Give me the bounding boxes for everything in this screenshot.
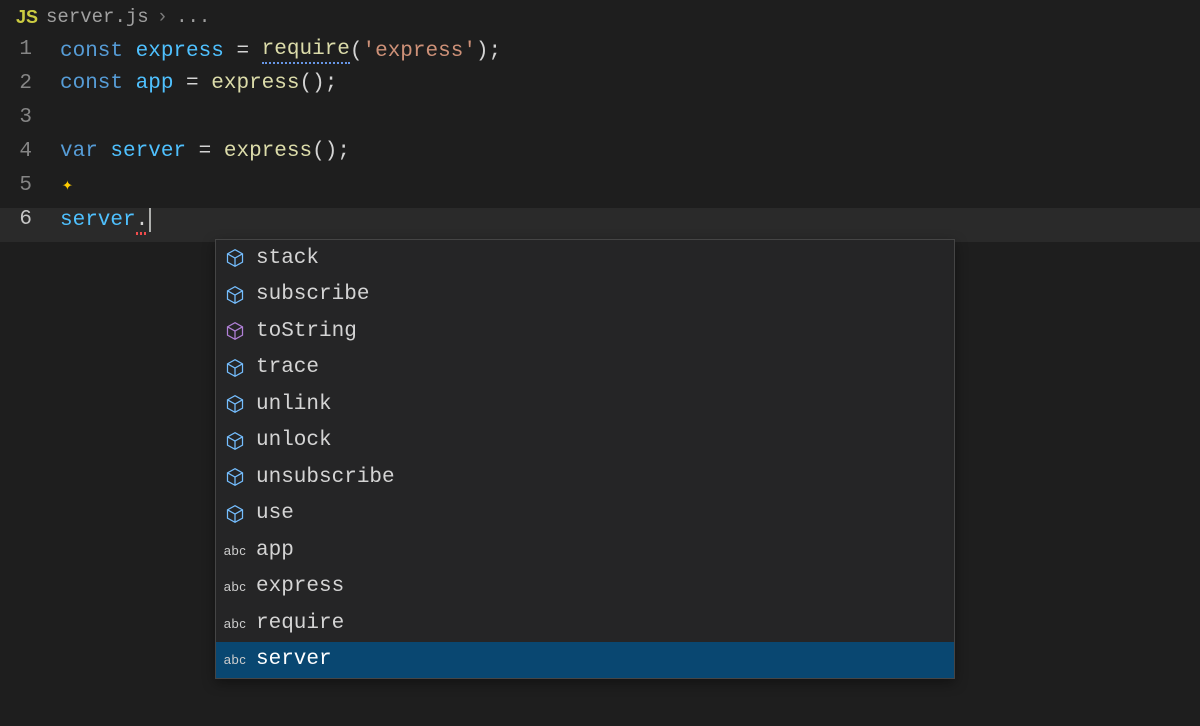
method-icon [224,357,246,379]
breadcrumb-ellipsis[interactable]: ... [176,6,210,28]
suggestion-label: server [256,648,332,671]
suggestion-item[interactable]: unsubscribe [216,459,954,496]
chevron-right-icon: › [157,6,168,28]
suggestion-item[interactable]: unlink [216,386,954,423]
line-number: 1 [0,38,60,61]
line-content[interactable]: server. [60,208,151,232]
line-number: 6 [0,208,60,231]
suggestion-item[interactable]: abc express [216,569,954,606]
text-cursor [149,208,151,232]
method-icon [224,393,246,415]
line-number: 3 [0,106,60,129]
suggestion-item[interactable]: stack [216,240,954,277]
text-icon: abc [224,612,246,634]
sparkle-icon[interactable]: ✦ [62,174,73,196]
breadcrumb-filename[interactable]: server.js [46,6,149,28]
suggestion-item[interactable]: abcapp [216,532,954,569]
line-number: 2 [0,72,60,95]
suggestion-item[interactable]: abc server [216,642,954,679]
method-icon [224,284,246,306]
text-icon: abc [224,649,246,671]
method-icon [224,503,246,525]
suggestion-label: unlock [256,429,332,452]
line-content[interactable]: ✦ [60,174,73,196]
code-line[interactable]: 4 var server = express(); [0,140,1200,174]
suggestion-label: stack [256,247,319,270]
suggestion-item[interactable]: subscribe [216,277,954,314]
suggestion-label: unsubscribe [256,466,395,489]
code-line[interactable]: 2 const app = express(); [0,72,1200,106]
suggestion-label: use [256,502,294,525]
suggestion-label: require [256,612,344,635]
suggestion-item[interactable]: abc require [216,605,954,642]
suggestion-item[interactable]: unlock [216,423,954,460]
method-icon [224,430,246,452]
suggestion-label: app [256,539,294,562]
code-line[interactable]: 3 [0,106,1200,140]
text-icon: abc [224,576,246,598]
method-icon [224,466,246,488]
line-content[interactable]: const express = require('express'); [60,38,501,64]
suggestion-label: unlink [256,393,332,416]
text-icon: abc [224,539,246,561]
suggestion-item[interactable]: use [216,496,954,533]
line-number: 5 [0,174,60,197]
line-content[interactable]: var server = express(); [60,140,350,163]
suggestion-item[interactable]: toString [216,313,954,350]
code-line[interactable]: 6 server. [0,208,1200,242]
suggestion-label: subscribe [256,283,369,306]
code-line[interactable]: 1 const express = require('express'); [0,38,1200,72]
line-content[interactable]: const app = express(); [60,72,337,95]
js-file-icon: JS [16,7,38,28]
intellisense-popup[interactable]: stack subscribe toString trace unlink unlock u… [215,239,955,679]
code-editor[interactable]: 1 const express = require('express'); 2 … [0,34,1200,242]
method-icon [224,320,246,342]
suggestion-label: toString [256,320,357,343]
code-line[interactable]: 5 ✦ [0,174,1200,208]
suggestion-label: express [256,575,344,598]
breadcrumb[interactable]: JS server.js › ... [0,0,1200,34]
line-number: 4 [0,140,60,163]
method-icon [224,247,246,269]
suggestion-label: trace [256,356,319,379]
suggestion-item[interactable]: trace [216,350,954,387]
